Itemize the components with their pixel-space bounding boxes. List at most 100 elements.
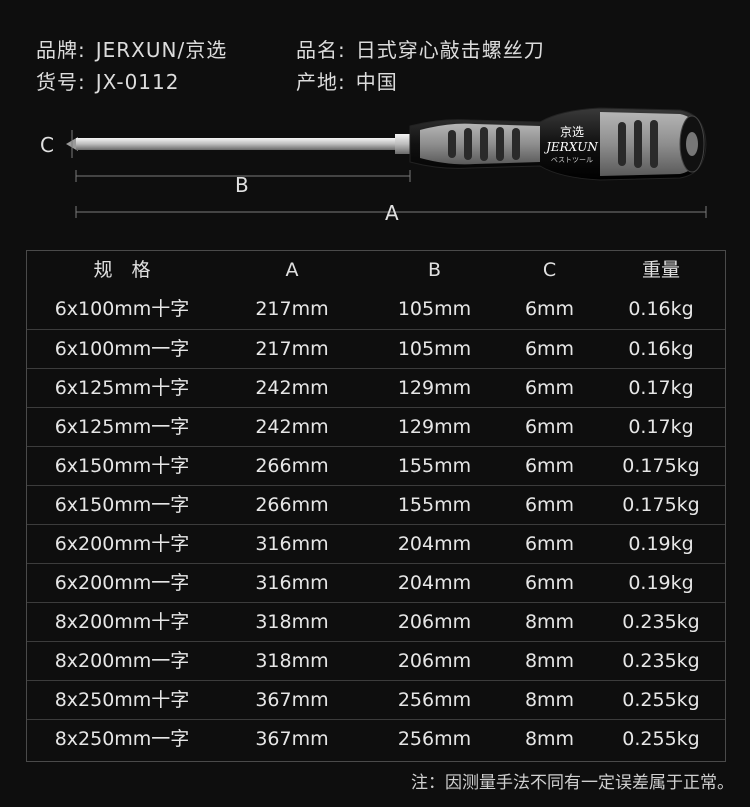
origin-label: 产地: [296,70,346,94]
origin-info: 产地: 中国 [296,66,398,95]
cell-weight: 0.19kg [628,572,694,594]
cell-a: 242mm [255,416,329,438]
table-row: 8x250mm十字 367mm 256mm 8mm 0.255kg [27,680,725,719]
table-row: 6x100mm一字 217mm 105mm 6mm 0.16kg [27,329,725,368]
cell-c: 6mm [524,338,575,360]
cell-c: 6mm [524,377,575,399]
measurement-note: 注：因测量手法不同有一定误差属于正常。 [411,773,734,793]
logo-en: JERXUN [543,140,598,154]
cell-c: 8mm [524,689,575,711]
cell-c: 8mm [524,650,575,672]
cell-c: 6mm [524,494,575,516]
cell-spec: 6x200mm一字 [54,572,190,594]
cell-a: 266mm [255,455,329,477]
cell-b: 155mm [397,494,472,516]
cell-c: 6mm [524,298,575,320]
cell-a: 367mm [255,689,329,711]
cell-weight: 0.19kg [628,533,694,555]
model-label: 货号: [36,70,86,94]
screwdriver-shaft [76,138,412,150]
table-row: 6x150mm一字 266mm 155mm 6mm 0.175kg [27,485,725,524]
cell-weight: 0.175kg [622,455,700,477]
header-weight: 重量 [641,259,680,281]
cell-spec: 6x125mm十字 [54,377,190,399]
model-value: JX-0112 [95,70,180,94]
cell-spec: 6x150mm十字 [54,455,190,477]
cell-b: 256mm [397,689,472,711]
cell-weight: 0.235kg [622,650,700,672]
table-row: 6x100mm十字 217mm 105mm 6mm 0.16kg [27,290,725,328]
screwdriver-illustration: 京选 JERXUN ベストツール C B A [0,100,750,235]
cell-b: 204mm [397,533,472,555]
product-name-label: 品名: [296,38,346,62]
cell-a: 217mm [255,298,329,320]
cell-a: 266mm [255,494,329,516]
table-row: 6x125mm十字 242mm 129mm 6mm 0.17kg [27,368,725,407]
cell-spec: 6x200mm十字 [54,533,190,555]
cell-b: 256mm [397,728,472,750]
model-info: 货号: JX-0112 [36,66,179,95]
cell-b: 204mm [397,572,472,594]
brand-label: 品牌: [36,38,86,62]
cell-weight: 0.175kg [622,494,700,516]
cell-spec: 8x250mm十字 [54,689,190,711]
cell-a: 316mm [255,533,329,555]
cell-b: 105mm [397,338,472,360]
cell-weight: 0.16kg [628,298,694,320]
cell-c: 6mm [524,455,575,477]
brand-value: JERXUN/京选 [95,38,228,62]
cell-spec: 8x200mm十字 [54,611,190,633]
header-spec: 规 格 [93,259,151,281]
cell-weight: 0.255kg [622,689,700,711]
cell-spec: 6x125mm一字 [54,416,190,438]
dim-a-label: A [385,201,399,225]
cell-a: 242mm [255,377,329,399]
cell-weight: 0.255kg [622,728,700,750]
dim-c-label: C [40,133,54,157]
table-row: 8x200mm十字 318mm 206mm 8mm 0.235kg [27,602,725,641]
header-a: A [285,259,299,281]
origin-value: 中国 [355,70,398,94]
spec-table: 规 格 A B C 重量 6x100mm十字 217mm 105mm 6mm 0.16kg 6x10… [26,250,726,762]
cell-spec: 6x100mm十字 [54,298,190,320]
table-row: 8x250mm一字 367mm 256mm 8mm 0.255kg [27,719,725,758]
header-c: C [542,259,557,281]
cell-weight: 0.17kg [628,377,694,399]
brand-info: 品牌: JERXUN/京选 [36,34,227,63]
table-row: 6x125mm一字 242mm 129mm 6mm 0.17kg [27,407,725,446]
cell-b: 206mm [397,650,472,672]
table-row: 8x200mm一字 318mm 206mm 8mm 0.235kg [27,641,725,680]
cell-c: 6mm [524,533,575,555]
header-b: B [427,259,442,281]
dim-b-label: B [235,173,249,197]
cell-c: 8mm [524,611,575,633]
table-header-row: 规 格 A B C 重量 [27,251,725,289]
screwdriver-image: 京选 JERXUN ベストツール [66,107,707,218]
cell-a: 318mm [255,650,329,672]
cell-b: 129mm [397,416,472,438]
product-name-value: 日式穿心敲击螺丝刀 [355,38,545,62]
cell-a: 217mm [255,338,329,360]
cell-spec: 6x150mm一字 [54,494,190,516]
cell-weight: 0.17kg [628,416,694,438]
table-row: 6x200mm十字 316mm 204mm 6mm 0.19kg [27,524,725,563]
product-name-info: 品名: 日式穿心敲击螺丝刀 [296,34,545,63]
cell-weight: 0.235kg [622,611,700,633]
cell-b: 155mm [397,455,472,477]
logo-cn: 京选 [560,125,584,139]
cell-a: 367mm [255,728,329,750]
logo-jp: ベストツール [551,156,593,164]
cell-b: 206mm [397,611,472,633]
cell-b: 105mm [397,298,472,320]
table-row: 6x150mm十字 266mm 155mm 6mm 0.175kg [27,446,725,485]
cell-spec: 8x250mm一字 [54,728,190,750]
table-row: 6x200mm一字 316mm 204mm 6mm 0.19kg [27,563,725,602]
cell-c: 8mm [524,728,575,750]
cell-c: 6mm [524,416,575,438]
cell-weight: 0.16kg [628,338,694,360]
cell-b: 129mm [397,377,472,399]
cell-c: 6mm [524,572,575,594]
cell-spec: 6x100mm一字 [54,338,190,360]
cell-spec: 8x200mm一字 [54,650,190,672]
cell-a: 318mm [255,611,329,633]
